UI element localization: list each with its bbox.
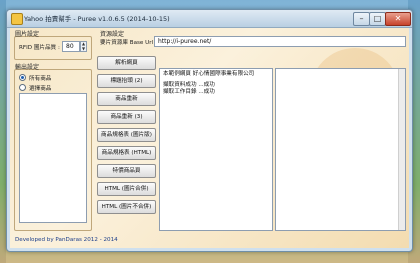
rfid-quality-stepper[interactable]: ▲ ▼ [80,41,87,52]
rfid-quality-input[interactable]: 80 [62,41,80,52]
close-button[interactable]: ✕ [385,12,411,26]
html-merge-images-button[interactable]: HTML (圖片合併) [97,182,156,196]
preview-panel[interactable] [275,68,406,231]
app-window: Yahoo 拍賣幫手 - Puree v1.0.6.5 (2014-10-15)… [6,9,413,252]
log-line: 擷取資料成功 ...成功 [163,82,215,88]
sale-page-button[interactable]: 特價商品頁 [97,164,156,178]
title-header-button[interactable]: 標題抬頭 (2) [97,74,156,88]
window-title: Yahoo 拍賣幫手 - Puree v1.0.6.5 (2014-10-15) [24,15,170,23]
log-panel[interactable]: 本範例網頁 好心情國際事業有限公司 擷取資料成功 ...成功 擷取工作目錄 ..… [159,68,273,231]
product-list[interactable] [19,93,87,223]
base-url-input[interactable]: http://i-puree.net/ [154,36,406,47]
developer-credit: Developed by PanDaras 2012 - 2014 [15,237,118,243]
output-settings-label: 輸出設定 [15,64,40,71]
spec-table-image-button[interactable]: 商品規格表 (圖片版) [97,128,156,142]
rfid-quality-label: RFID 圖片品質 : [19,45,60,51]
radio-all-products-label: 所有商品 [29,76,52,82]
radio-unchecked-icon[interactable] [19,84,26,91]
image-settings-label: 圖片設定 [15,31,40,38]
spec-table-html-button[interactable]: 商品規格表 (HTML) [97,146,156,160]
html-no-merge-button[interactable]: HTML (圖片不合併) [97,200,156,214]
radio-selected-products[interactable]: 選擇商品 [19,84,51,92]
radio-checked-icon[interactable] [19,74,26,81]
stepper-down-icon[interactable]: ▼ [81,46,86,52]
minimize-button[interactable]: – [353,12,370,26]
base-url-label: 要片資源庫 Base Url : [100,40,157,46]
log-line: 本範例網頁 好心情國際事業有限公司 [163,71,255,77]
maximize-button[interactable]: □ [369,12,386,26]
client-area: 圖片設定 RFID 圖片品質 : 80 ▲ ▼ 輸出設定 所有商品 選擇商品 資… [10,28,409,248]
product-refresh-button[interactable]: 商品重新 [97,92,156,106]
parse-page-button[interactable]: 解析網頁 [97,56,156,70]
app-icon [11,13,23,25]
title-bar[interactable]: Yahoo 拍賣幫手 - Puree v1.0.6.5 (2014-10-15)… [7,10,412,28]
radio-selected-products-label: 選擇商品 [29,86,52,92]
product-refresh-3-button[interactable]: 商品重新 (3) [97,110,156,124]
log-line: 擷取工作目錄 ...成功 [163,89,215,95]
resource-settings-label: 資源設定 [100,31,125,38]
preview-scrollbar[interactable] [398,69,405,230]
radio-all-products[interactable]: 所有商品 [19,74,51,82]
